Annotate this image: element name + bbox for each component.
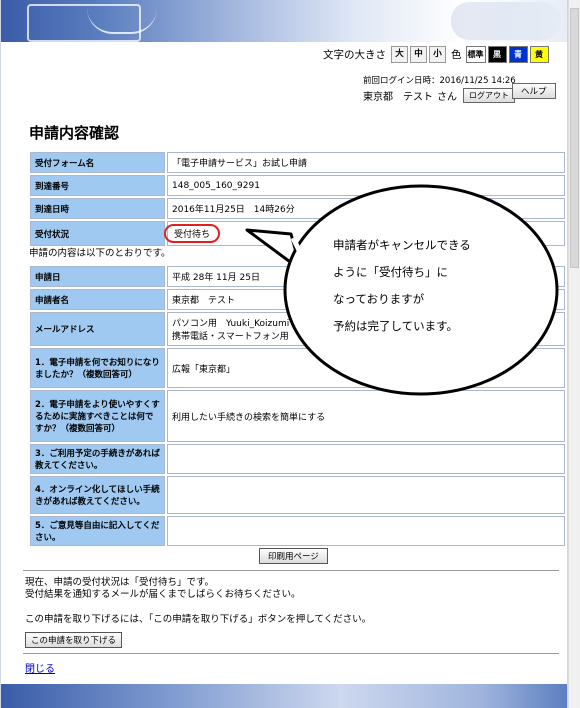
color-yellow-button[interactable]: 黄 — [529, 46, 549, 63]
row-label: 受付フォーム名 — [30, 152, 165, 173]
status-line: 受付結果を通知するメールが届くまでしばらくお待ちください。 — [25, 589, 301, 600]
table-row: 5．ご意見等自由に記入してください。 — [30, 516, 565, 546]
row-label: 1．電子申請を何でお知りになりましたか？（複数回答可） — [30, 348, 165, 388]
row-label: メールアドレス — [30, 312, 165, 346]
last-login: 前回ログイン日時：2016/11/25 14:26 — [363, 76, 516, 86]
status-line: 現在、申請の受付状況は「受付待ち」です。 — [25, 577, 215, 588]
banner-decoration — [451, 2, 561, 40]
withdraw-button[interactable]: この申請を取り下げる — [25, 632, 123, 648]
callout-text: 申請者がキャンセルできる ように「受付待ち」に なっておりますが 予約は完了して… — [333, 232, 471, 340]
font-size-small-button[interactable]: 小 — [429, 46, 446, 63]
help-button[interactable]: ヘルプ — [512, 83, 556, 99]
row-label: 受付状況 — [30, 221, 165, 246]
callout-line: 予約は完了しています。 — [333, 319, 459, 333]
row-value — [167, 476, 565, 514]
vertical-scrollbar[interactable] — [568, 0, 580, 708]
row-value: 「電子申請サービス」お試し申請 — [167, 152, 565, 173]
color-standard-button[interactable]: 標準 — [465, 46, 486, 63]
row-label: 2．電子申請をより使いやすくするために実施すべきことは何ですか？（複数回答可） — [30, 390, 165, 442]
close-link[interactable]: 閉じる — [25, 660, 55, 675]
footer-banner — [1, 684, 567, 708]
color-blue-button[interactable]: 青 — [508, 46, 528, 63]
row-label: 5．ご意見等自由に記入してください。 — [30, 516, 165, 546]
user-info: 東京都 テスト さん ログアウト — [363, 88, 515, 103]
row-label: 3．ご利用予定の手続きがあれば教えてください。 — [30, 444, 165, 474]
user-suffix: さん — [437, 92, 457, 103]
status-message: 現在、申請の受付状況は「受付待ち」です。 受付結果を通知するメールが届くまでしば… — [25, 577, 301, 601]
row-value — [167, 444, 565, 474]
row-label: 申請日 — [30, 266, 165, 287]
print-page-button[interactable]: 印刷用ページ — [259, 548, 328, 564]
color-label: 色 — [451, 49, 462, 61]
row-label: 到達番号 — [30, 175, 165, 196]
table-row: 4．オンライン化してほしい手続きがあれば教えてください。 — [30, 476, 565, 514]
table-row: 受付フォーム名 「電子申請サービス」お試し申請 — [30, 152, 565, 173]
font-size-medium-button[interactable]: 中 — [410, 46, 427, 63]
row-label: 申請者名 — [30, 289, 165, 310]
logout-button[interactable]: ログアウト — [463, 88, 515, 103]
callout-line: 申請者がキャンセルできる — [333, 238, 471, 252]
divider — [23, 653, 559, 654]
browser-page: 文字の大きさ 大 中 小 色 標準 黒 青 黄 前回ログイン日時：2016/11… — [0, 0, 568, 708]
color-black-button[interactable]: 黒 — [487, 46, 507, 63]
user-name: 東京都 テスト — [363, 92, 433, 103]
row-value — [167, 516, 565, 546]
page-title: 申請内容確認 — [29, 124, 120, 142]
content-note: 申請の内容は以下のとおりです。 — [29, 248, 171, 259]
status-highlight: 受付待ち — [164, 224, 221, 243]
header-banner — [1, 0, 567, 42]
font-size-label: 文字の大きさ — [323, 49, 386, 61]
table-row: 3．ご利用予定の手続きがあれば教えてください。 — [30, 444, 565, 474]
row-label: 到達日時 — [30, 198, 165, 219]
font-size-large-button[interactable]: 大 — [391, 46, 408, 63]
callout-line: ように「受付待ち」に — [333, 265, 448, 279]
callout-line: なっておりますが — [333, 292, 425, 306]
display-settings: 文字の大きさ 大 中 小 色 標準 黒 青 黄 — [323, 46, 549, 63]
row-label: 4．オンライン化してほしい手続きがあれば教えてください。 — [30, 476, 165, 514]
divider — [23, 570, 559, 571]
withdraw-instructions: この申請を取り下げるには、「この申請を取り下げる」ボタンを押してください。 — [25, 614, 372, 625]
scrollbar-thumb[interactable] — [570, 8, 579, 268]
